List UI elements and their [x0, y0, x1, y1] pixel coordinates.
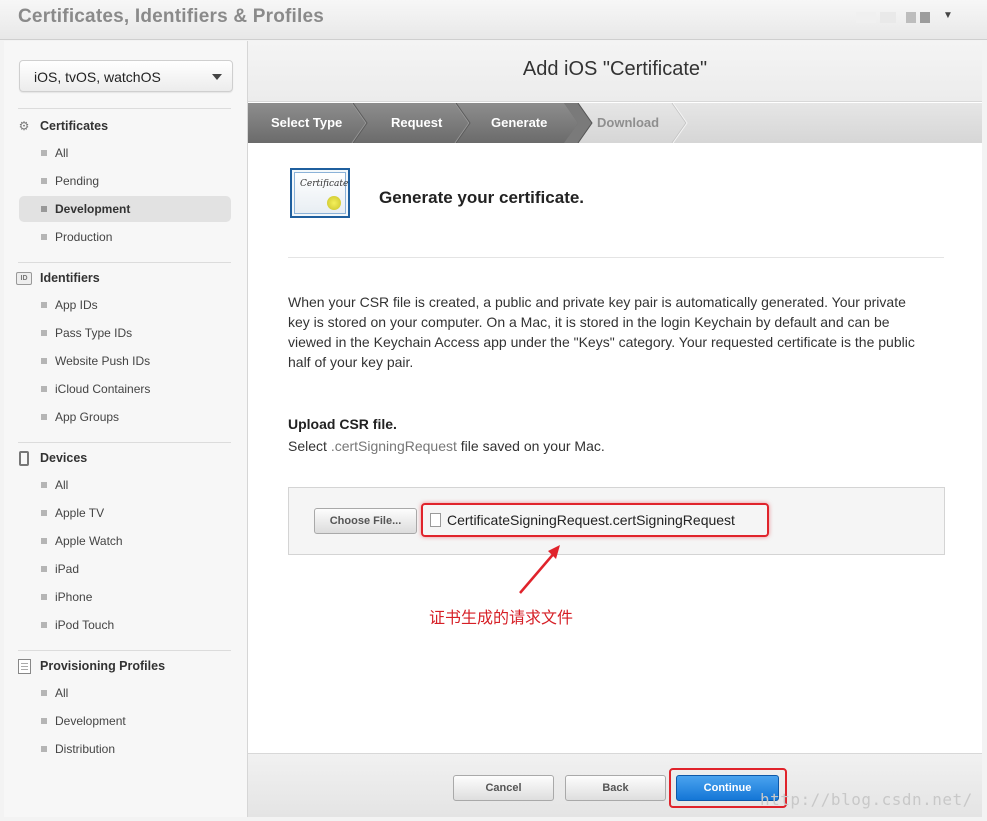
- section-provisioning-profiles: Provisioning Profiles: [16, 657, 230, 677]
- divider: [18, 108, 231, 109]
- section-title: Identifiers: [40, 271, 100, 285]
- sidebar-item-ipad[interactable]: iPad: [19, 556, 231, 582]
- step-request: Request: [391, 115, 443, 130]
- watermark: http://blog.csdn.net/: [760, 790, 973, 809]
- seal-icon: [327, 196, 341, 210]
- main-panel: Add iOS "Certificate" Select Type Reques…: [248, 41, 982, 817]
- divider: [18, 442, 231, 443]
- sidebar-item-label: Development: [55, 714, 126, 728]
- description-text: When your CSR file is created, a public …: [288, 294, 915, 370]
- sidebar-item-ipod-touch[interactable]: iPod Touch: [19, 612, 231, 638]
- file-icon: [430, 513, 441, 527]
- section-devices: Devices: [16, 449, 230, 469]
- sidebar-item-label: iPhone: [55, 590, 93, 604]
- sidebar-item-icloud-containers[interactable]: iCloud Containers: [19, 376, 231, 402]
- sidebar-item-apple-watch[interactable]: Apple Watch: [19, 528, 231, 554]
- sidebar-item-label: All: [55, 146, 69, 160]
- main-header: Add iOS "Certificate": [248, 41, 982, 102]
- step-download: Download: [597, 115, 660, 130]
- id-badge-icon: ID: [16, 270, 32, 286]
- section-title: Devices: [40, 451, 88, 465]
- sidebar-item-label: Pending: [55, 174, 100, 188]
- sidebar-item-apple-tv[interactable]: Apple TV: [19, 500, 231, 526]
- sidebar-item-label: Production: [55, 230, 113, 244]
- divider: [288, 257, 944, 258]
- section-identifiers: ID Identifiers: [16, 269, 230, 289]
- page-title: Add iOS "Certificate": [522, 58, 708, 80]
- sidebar-item-certificates-all[interactable]: All: [19, 140, 231, 166]
- sidebar-item-label: All: [55, 478, 69, 492]
- sidebar-item-profiles-distribution[interactable]: Distribution: [19, 736, 231, 762]
- account-caret-icon[interactable]: ▼: [943, 10, 953, 21]
- sidebar-item-app-groups[interactable]: App Groups: [19, 404, 231, 430]
- sidebar-item-devices-all[interactable]: All: [19, 472, 231, 498]
- sidebar-item-label: Apple Watch: [55, 534, 123, 548]
- sidebar-item-website-push-ids[interactable]: Website Push IDs: [19, 348, 231, 374]
- upload-sub-ext: .certSigningRequest: [330, 438, 457, 454]
- sidebar-item-label: App Groups: [55, 410, 120, 424]
- section-title: Provisioning Profiles: [40, 659, 166, 673]
- upload-subtitle: Select .certSigningRequest file saved on…: [288, 438, 605, 454]
- file-name: CertificateSigningRequest.certSigningReq…: [447, 512, 735, 528]
- sidebar-item-certificates-pending[interactable]: Pending: [19, 168, 231, 194]
- sidebar-item-profiles-all[interactable]: All: [19, 680, 231, 706]
- upload-sub-prefix: Select: [288, 438, 327, 454]
- choose-file-button[interactable]: Choose File...: [314, 508, 417, 534]
- app-title: Certificates, Identifiers & Profiles: [18, 6, 325, 27]
- device-icon: [16, 450, 32, 466]
- top-bar: Certificates, Identifiers & Profiles ▼: [0, 0, 987, 40]
- profile-doc-icon: [16, 658, 32, 674]
- account-menu[interactable]: [856, 12, 934, 24]
- upload-title: Upload CSR file.: [288, 416, 397, 432]
- sidebar-item-label: Pass Type IDs: [55, 326, 133, 340]
- sidebar-item-iphone[interactable]: iPhone: [19, 584, 231, 610]
- divider: [18, 262, 231, 263]
- step-generate: Generate: [491, 115, 548, 130]
- steps-bar: Select Type Request Generate Download: [248, 103, 982, 143]
- sidebar-item-app-ids[interactable]: App IDs: [19, 292, 231, 318]
- back-button[interactable]: Back: [565, 775, 666, 801]
- annotation-arrow-icon: [519, 545, 560, 594]
- certificate-icon: Certificate: [290, 168, 350, 218]
- sidebar-item-pass-type-ids[interactable]: Pass Type IDs: [19, 320, 231, 346]
- generate-title: Generate your certificate.: [379, 188, 585, 207]
- gear-icon: ⚙: [18, 119, 30, 133]
- sidebar-item-profiles-development[interactable]: Development: [19, 708, 231, 734]
- section-certificates: ⚙ Certificates: [16, 117, 230, 137]
- sidebar-item-label: Website Push IDs: [55, 354, 151, 368]
- sidebar-item-label: App IDs: [55, 298, 98, 312]
- annotation-text: 证书生成的请求文件: [429, 608, 574, 627]
- sidebar-item-label: Apple TV: [55, 506, 105, 520]
- divider: [18, 650, 231, 651]
- sidebar-item-label: iPod Touch: [55, 618, 115, 632]
- step-select-type: Select Type: [271, 115, 343, 130]
- selected-file: CertificateSigningRequest.certSigningReq…: [421, 503, 769, 537]
- chevron-down-icon: [212, 74, 222, 80]
- platform-select[interactable]: iOS, tvOS, watchOS: [19, 60, 233, 92]
- sidebar-item-label: Development: [55, 202, 131, 216]
- upload-sub-suffix: file saved on your Mac.: [460, 438, 605, 454]
- sidebar: iOS, tvOS, watchOS ⚙ Certificates All Pe…: [4, 41, 248, 817]
- section-title: Certificates: [40, 119, 109, 133]
- cancel-button[interactable]: Cancel: [453, 775, 554, 801]
- sidebar-item-label: Distribution: [55, 742, 116, 756]
- sidebar-item-label: iPad: [55, 562, 80, 576]
- certificate-icon-text: Certificate: [300, 179, 349, 189]
- sidebar-item-certificates-production[interactable]: Production: [19, 224, 231, 250]
- upload-box: Choose File... CertificateSigningRequest…: [288, 487, 945, 555]
- platform-select-label: iOS, tvOS, watchOS: [34, 69, 161, 85]
- sidebar-item-label: All: [55, 686, 69, 700]
- sidebar-item-label: iCloud Containers: [55, 382, 151, 396]
- sidebar-item-certificates-development[interactable]: Development: [19, 196, 231, 222]
